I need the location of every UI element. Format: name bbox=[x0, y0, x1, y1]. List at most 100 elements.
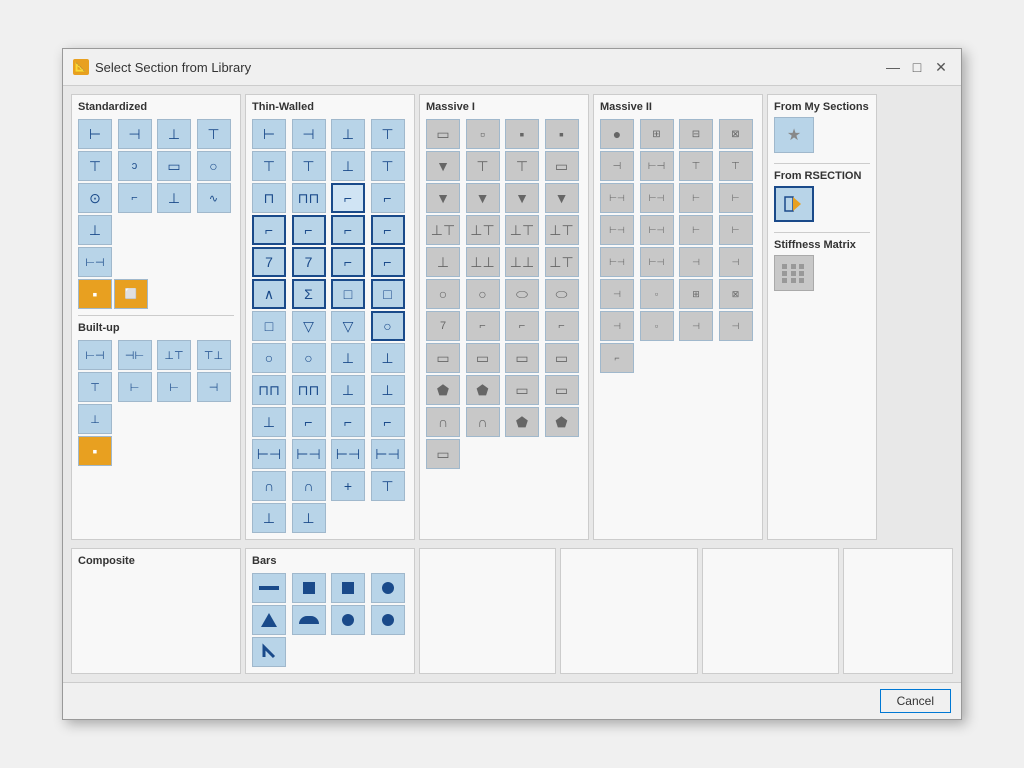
mii-icon-15[interactable]: ⊢ bbox=[679, 215, 713, 245]
mi-icon-35[interactable]: ▭ bbox=[505, 375, 539, 405]
mi-icon-25[interactable]: 7 bbox=[426, 311, 460, 341]
bu-icon-8[interactable]: ⊣ bbox=[197, 372, 231, 402]
tw-icon-7[interactable]: ⊥ bbox=[331, 151, 365, 181]
tw-icon-32[interactable]: ⊥ bbox=[371, 343, 405, 373]
mi-icon-31[interactable]: ▭ bbox=[505, 343, 539, 373]
mii-icon-20[interactable]: ⊣ bbox=[719, 247, 753, 277]
std-icon-5[interactable]: ⊤ bbox=[78, 151, 112, 181]
tw-icon-33[interactable]: ⊓⊓ bbox=[252, 375, 286, 405]
std-icon-13[interactable]: ⊥ bbox=[78, 215, 112, 245]
my-sections-icon[interactable]: ★ bbox=[774, 117, 814, 153]
bu-icon-3[interactable]: ⊥⊤ bbox=[157, 340, 191, 370]
tw-icon-29[interactable]: ○ bbox=[252, 343, 286, 373]
mi-icon-22[interactable]: ○ bbox=[466, 279, 500, 309]
tw-icon-23[interactable]: □ bbox=[331, 279, 365, 309]
tw-icon-50[interactable]: ⊥ bbox=[292, 503, 326, 533]
mii-icon-19[interactable]: ⊣ bbox=[679, 247, 713, 277]
mii-icon-21[interactable]: ⊣ bbox=[600, 279, 634, 309]
mii-icon-26[interactable]: ▫ bbox=[640, 311, 674, 341]
tw-icon-36[interactable]: ⊥ bbox=[371, 375, 405, 405]
mii-icon-13[interactable]: ⊢⊣ bbox=[600, 215, 634, 245]
tw-icon-11[interactable]: ⌐ bbox=[331, 183, 365, 213]
std-icon-2[interactable]: ⊣ bbox=[118, 119, 152, 149]
mi-icon-3[interactable]: ▪ bbox=[505, 119, 539, 149]
tw-icon-30[interactable]: ○ bbox=[292, 343, 326, 373]
mii-icon-23[interactable]: ⊞ bbox=[679, 279, 713, 309]
tw-icon-35[interactable]: ⊥ bbox=[331, 375, 365, 405]
mi-icon-15[interactable]: ⊥⊤ bbox=[505, 215, 539, 245]
bar-icon-8[interactable] bbox=[371, 605, 405, 635]
mi-icon-2[interactable]: ▫ bbox=[466, 119, 500, 149]
tw-icon-41[interactable]: ⊢⊣ bbox=[252, 439, 286, 469]
tw-icon-3[interactable]: ⊥ bbox=[331, 119, 365, 149]
mii-icon-24[interactable]: ⊠ bbox=[719, 279, 753, 309]
tw-icon-16[interactable]: ⌐ bbox=[371, 215, 405, 245]
bu-icon-9[interactable]: ⊥ bbox=[78, 404, 112, 434]
bu-icon-1[interactable]: ⊢⊣ bbox=[78, 340, 112, 370]
std-icon-10[interactable]: ⌐ bbox=[118, 183, 152, 213]
mii-icon-4[interactable]: ⊠ bbox=[719, 119, 753, 149]
mii-icon-6[interactable]: ⊢⊣ bbox=[640, 151, 674, 181]
bar-icon-2[interactable] bbox=[292, 573, 326, 603]
std-icon-3[interactable]: ⊥ bbox=[157, 119, 191, 149]
tw-icon-13[interactable]: ⌐ bbox=[252, 215, 286, 245]
mii-icon-17[interactable]: ⊢⊣ bbox=[600, 247, 634, 277]
mii-icon-12[interactable]: ⊢ bbox=[719, 183, 753, 213]
maximize-button[interactable]: □ bbox=[907, 57, 927, 77]
bar-icon-3[interactable] bbox=[331, 573, 365, 603]
mi-icon-12[interactable]: ▼ bbox=[545, 183, 579, 213]
mii-icon-28[interactable]: ⊣ bbox=[719, 311, 753, 341]
bu-icon-7[interactable]: ⊢ bbox=[157, 372, 191, 402]
bu-icon-5[interactable]: ⊤ bbox=[78, 372, 112, 402]
mi-icon-24[interactable]: ⬭ bbox=[545, 279, 579, 309]
cancel-button[interactable]: Cancel bbox=[880, 689, 951, 713]
std-icon-1[interactable]: ⊢ bbox=[78, 119, 112, 149]
bar-icon-5[interactable] bbox=[252, 605, 286, 635]
mi-icon-7[interactable]: ⊤ bbox=[505, 151, 539, 181]
bu-orange-icon[interactable]: ▪ bbox=[78, 436, 112, 466]
bar-icon-7[interactable] bbox=[331, 605, 365, 635]
stiffness-icon[interactable] bbox=[774, 255, 814, 291]
mi-icon-39[interactable]: ⬟ bbox=[505, 407, 539, 437]
mi-icon-40[interactable]: ⬟ bbox=[545, 407, 579, 437]
bar-icon-1[interactable] bbox=[252, 573, 286, 603]
mii-icon-11[interactable]: ⊢ bbox=[679, 183, 713, 213]
tw-icon-42[interactable]: ⊢⊣ bbox=[292, 439, 326, 469]
mi-icon-16[interactable]: ⊥⊤ bbox=[545, 215, 579, 245]
tw-icon-21[interactable]: ∧ bbox=[252, 279, 286, 309]
tw-icon-17[interactable]: 7 bbox=[252, 247, 286, 277]
mi-icon-33[interactable]: ⬟ bbox=[426, 375, 460, 405]
mii-icon-7[interactable]: ⊤ bbox=[679, 151, 713, 181]
mi-icon-26[interactable]: ⌐ bbox=[466, 311, 500, 341]
tw-icon-48[interactable]: ⊤ bbox=[371, 471, 405, 501]
mi-icon-20[interactable]: ⊥⊤ bbox=[545, 247, 579, 277]
mi-icon-10[interactable]: ▼ bbox=[466, 183, 500, 213]
std-icon-14[interactable]: ⊢⊣ bbox=[78, 247, 112, 277]
tw-icon-18[interactable]: 7 bbox=[292, 247, 326, 277]
mi-icon-38[interactable]: ∩ bbox=[466, 407, 500, 437]
tw-icon-25[interactable]: □ bbox=[252, 311, 286, 341]
rsection-icon[interactable] bbox=[774, 186, 814, 222]
mi-icon-34[interactable]: ⬟ bbox=[466, 375, 500, 405]
mi-icon-6[interactable]: ⊤ bbox=[466, 151, 500, 181]
tw-icon-4[interactable]: ⊤ bbox=[371, 119, 405, 149]
tw-icon-40[interactable]: ⌐ bbox=[371, 407, 405, 437]
mi-icon-30[interactable]: ▭ bbox=[466, 343, 500, 373]
close-button[interactable]: ✕ bbox=[931, 57, 951, 77]
std-stripe-icon[interactable]: ⬜ bbox=[114, 279, 148, 309]
mi-icon-14[interactable]: ⊥⊤ bbox=[466, 215, 500, 245]
mi-icon-9[interactable]: ▼ bbox=[426, 183, 460, 213]
tw-icon-24[interactable]: □ bbox=[371, 279, 405, 309]
mii-icon-27[interactable]: ⊣ bbox=[679, 311, 713, 341]
bar-icon-4[interactable] bbox=[371, 573, 405, 603]
mi-icon-19[interactable]: ⊥⊥ bbox=[505, 247, 539, 277]
mii-icon-1[interactable]: ● bbox=[600, 119, 634, 149]
mi-icon-27[interactable]: ⌐ bbox=[505, 311, 539, 341]
mi-icon-13[interactable]: ⊥⊤ bbox=[426, 215, 460, 245]
tw-icon-12[interactable]: ⌐ bbox=[371, 183, 405, 213]
tw-icon-2[interactable]: ⊣ bbox=[292, 119, 326, 149]
tw-icon-31[interactable]: ⊥ bbox=[331, 343, 365, 373]
mii-icon-9[interactable]: ⊢⊣ bbox=[600, 183, 634, 213]
mi-icon-41[interactable]: ▭ bbox=[426, 439, 460, 469]
minimize-button[interactable]: — bbox=[883, 57, 903, 77]
